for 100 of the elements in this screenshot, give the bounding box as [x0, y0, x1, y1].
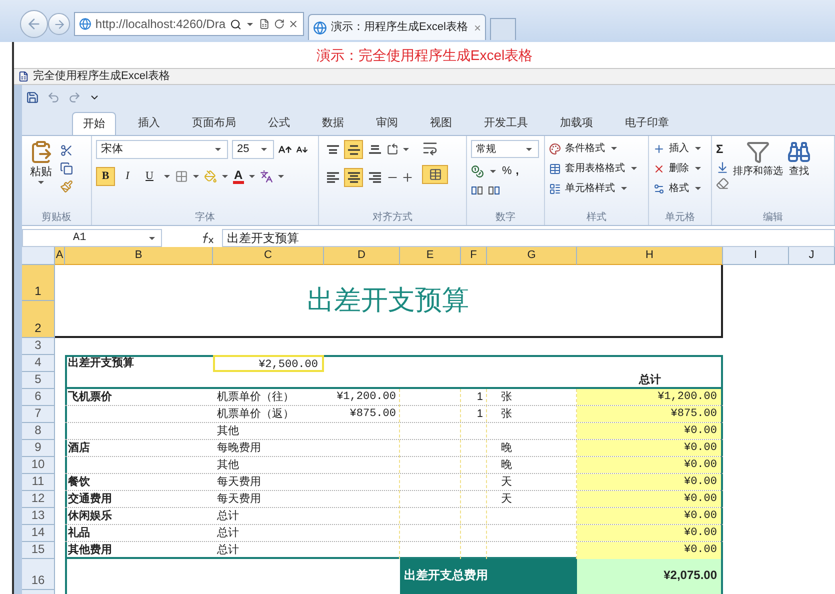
- ribbon-tab[interactable]: 开始: [72, 112, 116, 135]
- table-cell[interactable]: 总计: [213, 508, 324, 525]
- table-cell[interactable]: ¥875.00: [324, 406, 400, 423]
- table-cell[interactable]: 每天费用: [213, 474, 324, 491]
- horizontal-align-button[interactable]: [344, 168, 363, 187]
- table-cell[interactable]: 1: [461, 406, 487, 423]
- save-icon[interactable]: [26, 90, 39, 104]
- table-cell[interactable]: 机票单价（返）: [213, 406, 324, 423]
- shrink-font-icon[interactable]: [296, 144, 308, 156]
- table-cell[interactable]: 天: [487, 474, 577, 491]
- bold-button[interactable]: B: [96, 167, 115, 186]
- table-cell[interactable]: 每晚费用: [213, 440, 324, 457]
- table-cell[interactable]: 总计: [213, 525, 324, 542]
- font-color-button[interactable]: A: [233, 169, 244, 184]
- column-header[interactable]: A: [55, 247, 65, 265]
- table-cell[interactable]: 其他: [213, 423, 324, 440]
- merge-center-button[interactable]: [422, 165, 448, 184]
- table-cell[interactable]: 晚: [487, 457, 577, 474]
- comma-button[interactable]: ,: [516, 163, 519, 180]
- italic-button[interactable]: I: [118, 167, 137, 186]
- table-cell[interactable]: ¥1,200.00: [577, 389, 721, 405]
- row-header[interactable]: 6: [22, 389, 55, 406]
- row-header[interactable]: 2: [22, 301, 55, 338]
- style-menu-button[interactable]: 套用表格格式: [549, 160, 639, 177]
- ribbon-tab[interactable]: 页面布局: [182, 112, 246, 135]
- row-header[interactable]: 15: [22, 542, 55, 559]
- row-header[interactable]: 10: [22, 457, 55, 474]
- ribbon-tab[interactable]: 加载项: [550, 112, 603, 135]
- table-cell[interactable]: 其他费用: [65, 542, 213, 559]
- table-cell[interactable]: ¥0.00: [577, 474, 721, 490]
- ribbon-tab[interactable]: 审阅: [366, 112, 408, 135]
- ribbon-tab[interactable]: 数据: [312, 112, 354, 135]
- forward-button[interactable]: [48, 13, 70, 35]
- table-cell[interactable]: ¥0.00: [577, 508, 721, 524]
- table-cell[interactable]: ¥0.00: [577, 457, 721, 473]
- table-cell[interactable]: 礼品: [65, 525, 213, 542]
- row-header[interactable]: 5: [22, 372, 55, 389]
- style-menu-button[interactable]: 条件格式: [549, 140, 639, 157]
- search-icon[interactable]: [230, 18, 242, 30]
- summary-label-cell[interactable]: 出差开支总费用: [400, 559, 577, 590]
- row-header[interactable]: 7: [22, 406, 55, 423]
- table-cell[interactable]: 出差开支预算: [65, 355, 213, 372]
- table-cell[interactable]: 酒店: [65, 440, 213, 457]
- row-header[interactable]: 3: [22, 338, 55, 355]
- table-cell[interactable]: 飞机票价: [65, 389, 213, 406]
- number-format-field[interactable]: 常规: [471, 140, 539, 158]
- table-cell[interactable]: ¥2,500.00: [213, 355, 324, 372]
- table-cell[interactable]: ¥0.00: [577, 423, 721, 439]
- font-name-field[interactable]: 宋体: [96, 140, 228, 159]
- eraser-icon[interactable]: [716, 177, 729, 190]
- summary-value-cell[interactable]: ¥2,075.00: [577, 559, 721, 590]
- table-cell[interactable]: ¥0.00: [577, 440, 721, 456]
- ribbon-tab[interactable]: 开发工具: [474, 112, 538, 135]
- table-cell[interactable]: ¥1,200.00: [324, 389, 400, 406]
- table-cell[interactable]: 交通费用: [65, 491, 213, 508]
- cell-menu-button[interactable]: 插入: [653, 140, 703, 157]
- table-cell[interactable]: 张: [487, 389, 577, 406]
- address-bar[interactable]: http://localhost:4260/Dra: [74, 12, 304, 36]
- close-icon[interactable]: [288, 18, 300, 30]
- table-cell[interactable]: 休闲娱乐: [65, 508, 213, 525]
- title-cell[interactable]: 出差开支预算: [55, 265, 723, 338]
- row-header[interactable]: 1: [22, 265, 55, 301]
- refresh-icon[interactable]: [274, 18, 284, 30]
- copy-icon[interactable]: [60, 162, 73, 175]
- table-cell[interactable]: ¥0.00: [577, 542, 721, 559]
- column-header[interactable]: E: [400, 247, 461, 265]
- row-header[interactable]: 16: [22, 559, 55, 590]
- column-header[interactable]: J: [789, 247, 835, 265]
- table-cell[interactable]: ¥875.00: [577, 406, 721, 422]
- cell-menu-button[interactable]: 格式: [653, 180, 703, 197]
- column-header[interactable]: C: [213, 247, 324, 265]
- paste-button[interactable]: 粘贴: [26, 140, 56, 209]
- row-header[interactable]: 9: [22, 440, 55, 457]
- table-cell[interactable]: 晚: [487, 440, 577, 457]
- column-header[interactable]: G: [487, 247, 577, 265]
- back-button[interactable]: [20, 10, 48, 38]
- orientation-icon[interactable]: [386, 143, 399, 156]
- wrap-text-icon[interactable]: [422, 140, 438, 156]
- table-cell[interactable]: 总计: [213, 542, 324, 559]
- ribbon-tab[interactable]: 插入: [128, 112, 170, 135]
- row-header[interactable]: 8: [22, 423, 55, 440]
- fill-color-icon[interactable]: [204, 170, 217, 183]
- format-painter-icon[interactable]: [60, 180, 73, 193]
- ribbon-tab[interactable]: 电子印章: [615, 112, 679, 135]
- column-header[interactable]: F: [461, 247, 487, 265]
- ribbon-tab[interactable]: 视图: [420, 112, 462, 135]
- table-cell[interactable]: 1: [461, 389, 487, 406]
- underline-button[interactable]: U: [140, 167, 159, 186]
- browser-tab[interactable]: 演示：用程序生成Excel表格 ×: [308, 14, 486, 40]
- table-cell[interactable]: 每天费用: [213, 491, 324, 508]
- table-cell[interactable]: ¥0.00: [577, 525, 721, 541]
- row-header[interactable]: 4: [22, 355, 55, 372]
- table-cell[interactable]: 总计: [577, 372, 723, 389]
- table-cell[interactable]: 餐饮: [65, 474, 213, 491]
- find-button[interactable]: 查找: [787, 140, 811, 209]
- autosum-button[interactable]: Σ: [716, 140, 729, 158]
- font-size-field[interactable]: 25: [232, 140, 274, 159]
- table-cell[interactable]: 其他: [213, 457, 324, 474]
- row-header[interactable]: 13: [22, 508, 55, 525]
- sort-filter-button[interactable]: 排序和筛选: [733, 140, 783, 209]
